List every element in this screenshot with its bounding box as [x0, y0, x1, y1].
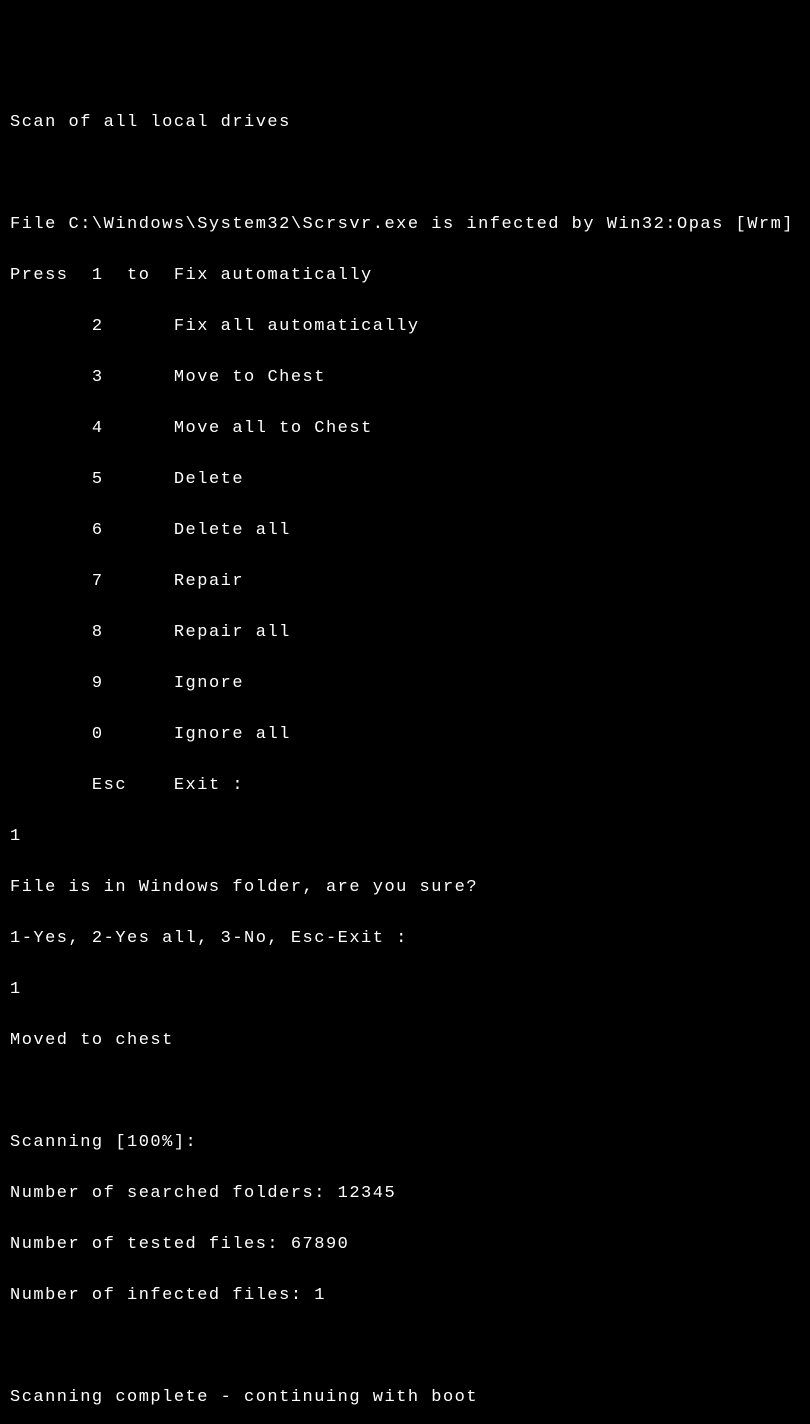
stat-infected-label: Number of infected files: — [10, 1286, 314, 1305]
stat-folders-label: Number of searched folders: — [10, 1184, 338, 1203]
menu-option-5[interactable]: 5 Delete — [10, 467, 800, 493]
completion-message: Scanning complete - continuing with boot — [10, 1385, 800, 1411]
blank-line — [10, 1334, 800, 1360]
blank-line — [10, 1079, 800, 1105]
menu-option-0[interactable]: 0 Ignore all — [10, 722, 800, 748]
action-result: Moved to chest — [10, 1028, 800, 1054]
menu-option-8[interactable]: 8 Repair all — [10, 620, 800, 646]
confirm-options[interactable]: 1-Yes, 2-Yes all, 3-No, Esc-Exit : — [10, 926, 800, 952]
blank-line — [10, 161, 800, 187]
menu-label-4: Move all to Chest — [174, 419, 373, 438]
scanning-progress: Scanning [100%]: — [10, 1130, 800, 1156]
menu-key-esc: Esc — [92, 776, 127, 795]
confirm-prompt: File is in Windows folder, are you sure? — [10, 875, 800, 901]
menu-prefix: Press 1 to — [10, 266, 174, 285]
menu-option-esc[interactable]: Esc Exit : — [10, 773, 800, 799]
menu-key-7: 7 — [92, 572, 104, 591]
menu-label-2: Fix all automatically — [174, 317, 420, 336]
menu-option-2[interactable]: 2 Fix all automatically — [10, 314, 800, 340]
menu-label-esc: Exit : — [174, 776, 244, 795]
menu-key-8: 8 — [92, 623, 104, 642]
menu-label-6: Delete all — [174, 521, 291, 540]
user-input-2: 1 — [10, 977, 800, 1003]
menu-key-3: 3 — [92, 368, 104, 387]
menu-label-9: Ignore — [174, 674, 244, 693]
scan-title: Scan of all local drives — [10, 110, 800, 136]
stat-tested-label: Number of tested files: — [10, 1235, 291, 1254]
stat-folders-value: 12345 — [338, 1184, 397, 1203]
stat-infected-value: 1 — [314, 1286, 326, 1305]
menu-option-9[interactable]: 9 Ignore — [10, 671, 800, 697]
menu-key-0: 0 — [92, 725, 104, 744]
menu-label-7: Repair — [174, 572, 244, 591]
menu-label-8: Repair all — [174, 623, 291, 642]
stat-infected: Number of infected files: 1 — [10, 1283, 800, 1309]
menu-option-7[interactable]: 7 Repair — [10, 569, 800, 595]
menu-label-5: Delete — [174, 470, 244, 489]
menu-option-6[interactable]: 6 Delete all — [10, 518, 800, 544]
menu-key-2: 2 — [92, 317, 104, 336]
menu-option-1[interactable]: Press 1 to Fix automatically — [10, 263, 800, 289]
infection-message: File C:\Windows\System32\Scrsvr.exe is i… — [10, 212, 800, 238]
menu-label-0: Ignore all — [174, 725, 291, 744]
menu-option-4[interactable]: 4 Move all to Chest — [10, 416, 800, 442]
stat-tested: Number of tested files: 67890 — [10, 1232, 800, 1258]
user-input-1: 1 — [10, 824, 800, 850]
menu-label-1: Fix automatically — [174, 266, 373, 285]
stat-folders: Number of searched folders: 12345 — [10, 1181, 800, 1207]
menu-key-6: 6 — [92, 521, 104, 540]
menu-label-3: Move to Chest — [174, 368, 326, 387]
stat-tested-value: 67890 — [291, 1235, 350, 1254]
menu-option-3[interactable]: 3 Move to Chest — [10, 365, 800, 391]
menu-key-5: 5 — [92, 470, 104, 489]
menu-key-9: 9 — [92, 674, 104, 693]
menu-key-4: 4 — [92, 419, 104, 438]
